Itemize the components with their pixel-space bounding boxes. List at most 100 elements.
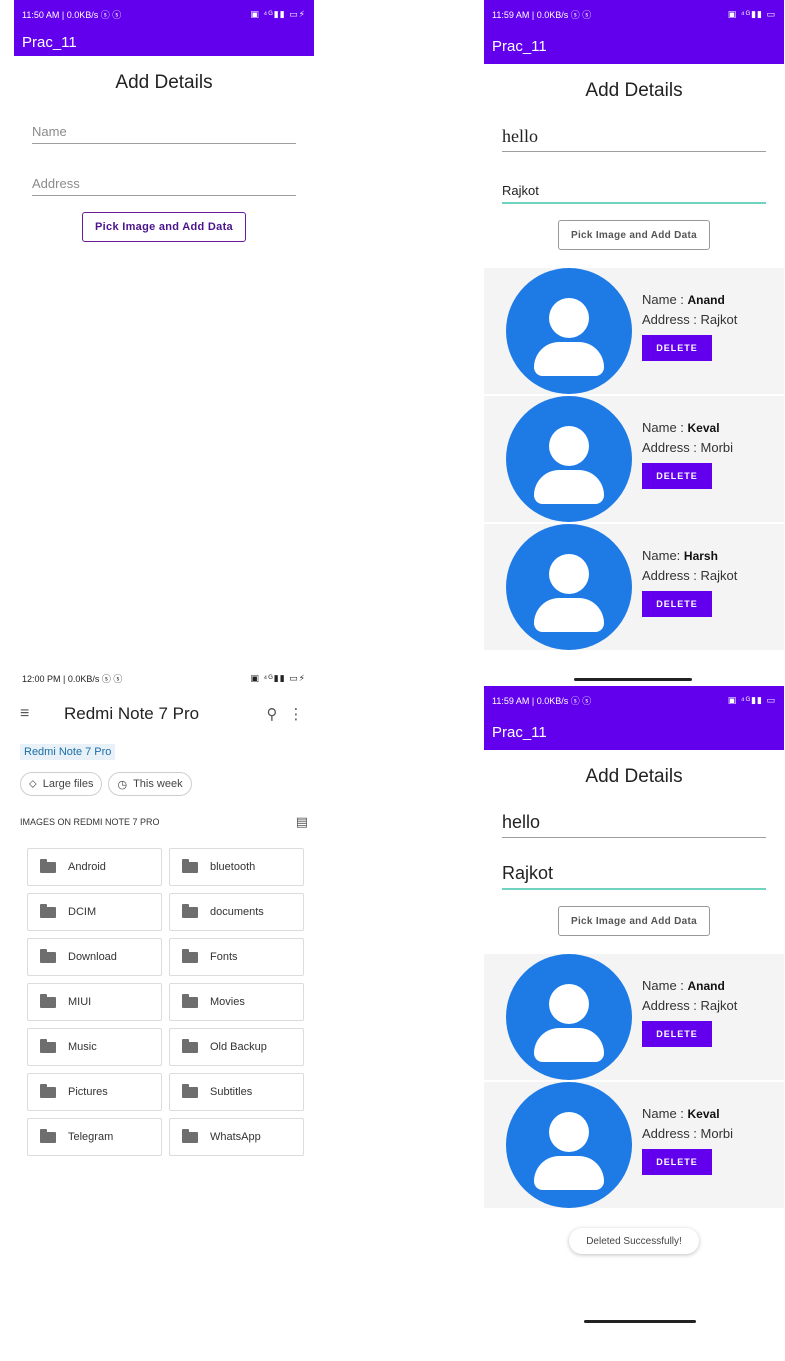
folder-item[interactable]: Pictures xyxy=(27,1073,162,1111)
avatar-icon xyxy=(506,524,632,650)
filter-chips: ⬦ Large files ◷ This week xyxy=(20,772,308,796)
home-indicator xyxy=(584,1320,696,1323)
record-card: Name : Keval Address : Morbi DELETE xyxy=(484,1082,784,1208)
folder-icon xyxy=(40,858,56,873)
name-input[interactable] xyxy=(502,812,766,833)
breadcrumb[interactable]: Redmi Note 7 Pro xyxy=(20,744,116,760)
folder-item[interactable]: documents xyxy=(169,893,304,931)
name-input[interactable] xyxy=(502,126,766,147)
folder-item[interactable]: Movies xyxy=(169,983,304,1021)
delete-button[interactable]: DELETE xyxy=(642,1149,712,1175)
folder-item[interactable]: DCIM xyxy=(27,893,162,931)
details-form: Add Details Pick Image and Add Data xyxy=(484,766,784,936)
address-field[interactable] xyxy=(502,854,766,890)
folder-icon xyxy=(182,948,198,963)
folder-item[interactable]: Fonts xyxy=(169,938,304,976)
folder-icon xyxy=(182,1128,198,1143)
folder-icon xyxy=(40,1038,56,1053)
page-title: Redmi Note 7 Pro xyxy=(64,704,200,723)
delete-button[interactable]: DELETE xyxy=(642,591,712,617)
record-card: Name : Anand Address : Rajkot DELETE xyxy=(484,954,784,1080)
more-icon[interactable]: ⋮ xyxy=(284,705,308,723)
search-icon[interactable]: ⚲ xyxy=(260,705,284,723)
folder-item[interactable]: WhatsApp xyxy=(169,1118,304,1156)
pick-image-button[interactable]: Pick Image and Add Data xyxy=(557,220,710,250)
chip-large-files[interactable]: ⬦ Large files xyxy=(20,772,103,796)
address-field[interactable] xyxy=(32,160,296,196)
folder-item[interactable]: Telegram xyxy=(27,1118,162,1156)
status-bar: 11:50 AM | 0.0KB/s ⓢ ⓢ ▣ ⁴ᴳ▮▮ ▭⚡ xyxy=(14,0,314,28)
name-field[interactable] xyxy=(32,108,296,144)
folder-item[interactable]: Old Backup xyxy=(169,1028,304,1066)
status-bar: 12:00 PM | 0.0KB/s ⓢ ⓢ ▣ ⁴ᴳ▮▮ ▭⚡ xyxy=(14,664,314,692)
home-indicator xyxy=(574,678,692,681)
folder-icon xyxy=(182,1038,198,1053)
delete-button[interactable]: DELETE xyxy=(642,1021,712,1047)
name-field[interactable] xyxy=(502,116,766,152)
app-bar: Prac_11 xyxy=(484,714,784,750)
chip-this-week[interactable]: ◷ This week xyxy=(108,772,192,796)
folder-icon xyxy=(40,1128,56,1143)
name-field[interactable] xyxy=(502,802,766,838)
pick-image-button[interactable]: Pick Image and Add Data xyxy=(82,212,246,242)
status-icons: ▣ ⁴ᴳ▮▮ ▭⚡ xyxy=(250,672,306,683)
avatar-icon xyxy=(506,954,632,1080)
address-input[interactable] xyxy=(502,863,766,884)
delete-button[interactable]: DELETE xyxy=(642,335,712,361)
folder-icon xyxy=(182,903,198,918)
status-icons: ▣ ⁴ᴳ▮▮ ▭ xyxy=(727,8,776,19)
folder-grid: Android bluetooth DCIM documents Downloa… xyxy=(27,848,314,1156)
address-input[interactable] xyxy=(502,183,766,198)
folder-item[interactable]: MIUI xyxy=(27,983,162,1021)
record-card: Name : Keval Address : Morbi DELETE xyxy=(484,396,784,522)
form-title: Add Details xyxy=(115,72,213,93)
toast-message: Deleted Successfully! xyxy=(569,1228,699,1254)
name-input[interactable] xyxy=(32,124,296,139)
folder-item[interactable]: bluetooth xyxy=(169,848,304,886)
address-field[interactable] xyxy=(502,168,766,204)
record-card: Name : Anand Address : Rajkot DELETE xyxy=(484,268,784,394)
status-time: 11:59 AM | 0.0KB/s ⓢ ⓢ xyxy=(492,9,592,20)
status-time: 11:59 AM | 0.0KB/s ⓢ ⓢ xyxy=(492,695,592,706)
delete-button[interactable]: DELETE xyxy=(642,463,712,489)
address-input[interactable] xyxy=(32,176,296,191)
screen-empty-form: 11:50 AM | 0.0KB/s ⓢ ⓢ ▣ ⁴ᴳ▮▮ ▭⚡ Prac_11… xyxy=(14,0,314,690)
screen-after-delete: 11:59 AM | 0.0KB/s ⓢ ⓢ ▣ ⁴ᴳ▮▮ ▭ Prac_11 … xyxy=(484,686,784,1286)
record-name: Name : Anand xyxy=(642,292,725,307)
folder-icon xyxy=(182,1083,198,1098)
pick-image-button[interactable]: Pick Image and Add Data xyxy=(557,906,710,936)
folder-icon xyxy=(40,948,56,963)
record-name: Name : Keval xyxy=(642,1106,720,1121)
status-time: 11:50 AM | 0.0KB/s ⓢ ⓢ xyxy=(22,9,122,20)
app-title: Prac_11 xyxy=(22,33,77,51)
avatar-icon xyxy=(506,268,632,394)
status-icons: ▣ ⁴ᴳ▮▮ ▭⚡ xyxy=(250,8,306,19)
folder-icon xyxy=(40,903,56,918)
folder-icon xyxy=(182,858,198,873)
file-manager-toolbar: ≡ Redmi Note 7 Pro ⚲ ⋮ xyxy=(14,692,314,736)
records-list: Name : Anand Address : Rajkot DELETE Nam… xyxy=(484,954,784,1208)
app-bar: Prac_11 xyxy=(484,28,784,64)
history-icon: ◷ xyxy=(117,778,128,791)
form-title: Add Details xyxy=(585,766,683,787)
app-title: Prac_11 xyxy=(492,37,547,55)
record-address: Address : Morbi xyxy=(642,440,734,455)
folder-icon xyxy=(40,993,56,1008)
folder-item[interactable]: Subtitles xyxy=(169,1073,304,1111)
app-title: Prac_11 xyxy=(492,723,547,741)
menu-icon[interactable]: ≡ xyxy=(20,705,42,723)
avatar-icon xyxy=(506,1082,632,1208)
folder-item[interactable]: Download xyxy=(27,938,162,976)
details-form: Add Details Pick Image and Add Data xyxy=(14,72,314,242)
screen-records-list: 11:59 AM | 0.0KB/s ⓢ ⓢ ▣ ⁴ᴳ▮▮ ▭ Prac_11 … xyxy=(484,0,784,676)
record-name: Name: Harsh xyxy=(642,548,718,563)
folder-item[interactable]: Music xyxy=(27,1028,162,1066)
folder-icon xyxy=(182,993,198,1008)
details-form: Add Details Pick Image and Add Data xyxy=(484,80,784,250)
status-bar: 11:59 AM | 0.0KB/s ⓢ ⓢ ▣ ⁴ᴳ▮▮ ▭ xyxy=(484,0,784,28)
section-header: IMAGES ON REDMI NOTE 7 PRO ▤ xyxy=(20,814,308,830)
folder-item[interactable]: Android xyxy=(27,848,162,886)
section-title: IMAGES ON REDMI NOTE 7 PRO xyxy=(20,817,160,827)
list-view-icon[interactable]: ▤ xyxy=(296,814,308,830)
record-name: Name : Anand xyxy=(642,978,725,993)
